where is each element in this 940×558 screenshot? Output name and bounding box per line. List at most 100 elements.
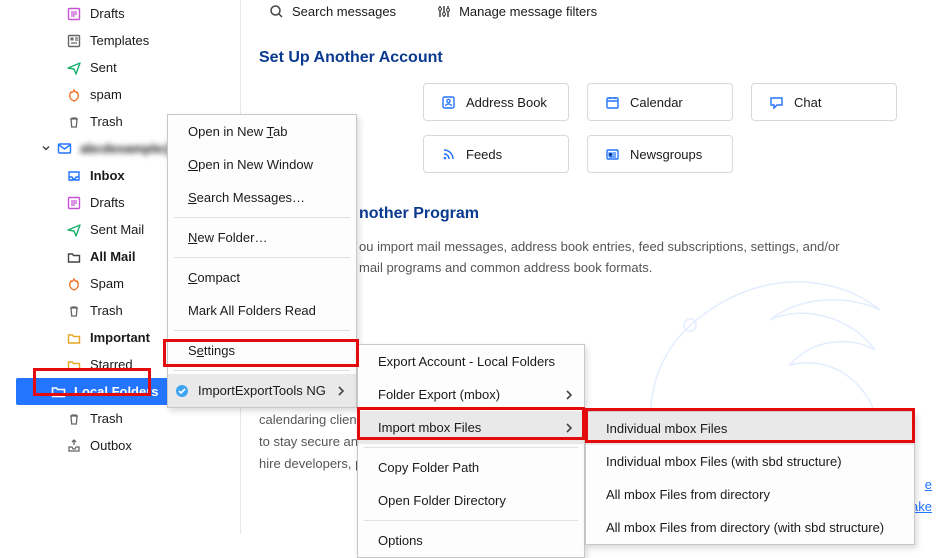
drafts-icon: [66, 195, 82, 211]
ctx-folder-export[interactable]: Folder Export (mbox): [358, 378, 584, 411]
inbox-icon: [66, 168, 82, 184]
label: Mark All Folders Read: [188, 303, 316, 318]
calendar-button[interactable]: Calendar: [587, 83, 733, 121]
label: Newsgroups: [630, 147, 702, 162]
folder-label: Outbox: [90, 438, 132, 453]
ctx-export-account[interactable]: Export Account - Local Folders: [358, 345, 584, 378]
separator: [364, 520, 578, 521]
folder-icon: [50, 384, 66, 400]
context-menu-ietng: Export Account - Local Folders Folder Ex…: [357, 344, 585, 558]
folder-outbox[interactable]: Outbox: [16, 432, 226, 459]
label: All mbox Files from directory: [606, 487, 770, 502]
ctx-open-folder-dir[interactable]: Open Folder Directory: [358, 484, 584, 517]
ctx-copy-folder-path[interactable]: Copy Folder Path: [358, 451, 584, 484]
setup-row-1: Address Book Calendar Chat: [259, 83, 940, 121]
context-menu-folder: Open in New Tab Open in New Window Searc…: [167, 114, 357, 408]
address-book-button[interactable]: Address Book: [423, 83, 569, 121]
ctx-individual-mbox-sbd[interactable]: Individual mbox Files (with sbd structur…: [586, 445, 914, 478]
filters-icon: [436, 4, 451, 19]
ctx-all-mbox-dir-sbd[interactable]: All mbox Files from directory (with sbd …: [586, 511, 914, 544]
folder-label: Inbox: [90, 168, 125, 183]
folder-label: Trash: [90, 303, 123, 318]
ctx-import-export-tools[interactable]: ImportExportTools NG: [168, 374, 356, 407]
spam-icon: [66, 276, 82, 292]
newsgroups-icon: [604, 146, 620, 162]
folder-label: Trash: [90, 411, 123, 426]
newsgroups-button[interactable]: Newsgroups: [587, 135, 733, 173]
chat-icon: [768, 94, 784, 110]
separator: [174, 217, 350, 218]
feeds-button[interactable]: Feeds: [423, 135, 569, 173]
ctx-search-messages[interactable]: Search Messages…: [168, 181, 356, 214]
chevron-right-icon: [336, 386, 346, 396]
ctx-import-mbox[interactable]: Import mbox Files: [358, 411, 584, 444]
chevron-right-icon: [564, 423, 574, 433]
folder-label: Templates: [90, 33, 149, 48]
setup-row-2: Feeds Newsgroups: [259, 135, 940, 173]
ctx-new-folder[interactable]: New Folder…: [168, 221, 356, 254]
folder-label: Sent Mail: [90, 222, 144, 237]
folder-icon: [66, 330, 82, 346]
templates-icon: [66, 33, 82, 49]
label: Calendar: [630, 95, 683, 110]
trash-icon: [66, 303, 82, 319]
label: Chat: [794, 95, 821, 110]
folder-label: Spam: [90, 276, 124, 291]
feeds-icon: [440, 146, 456, 162]
label: Open Folder Directory: [378, 493, 506, 508]
ctx-compact[interactable]: Compact: [168, 261, 356, 294]
folder-label: Drafts: [90, 6, 125, 21]
setup-title: Set Up Another Account: [259, 49, 940, 67]
folder-sent[interactable]: Sent: [16, 54, 226, 81]
folder-drafts[interactable]: Drafts: [16, 0, 226, 27]
folder-trash[interactable]: Trash: [16, 405, 226, 432]
separator: [174, 330, 350, 331]
mail-icon: [56, 141, 72, 157]
ietng-icon: [174, 383, 192, 399]
label: Address Book: [466, 95, 547, 110]
ctx-individual-mbox[interactable]: Individual mbox Files: [586, 412, 914, 445]
separator: [174, 257, 350, 258]
label: Feeds: [466, 147, 502, 162]
ctx-all-mbox-dir[interactable]: All mbox Files from directory: [586, 478, 914, 511]
topbar: Search messages Manage message filters: [259, 0, 940, 47]
folder-label: Starred: [90, 357, 133, 372]
folder-templates[interactable]: Templates: [16, 27, 226, 54]
label: Copy Folder Path: [378, 460, 479, 475]
folder-label: Drafts: [90, 195, 125, 210]
chevron-down-icon: [40, 142, 54, 156]
drafts-icon: [66, 6, 82, 22]
ctx-open-new-tab[interactable]: Open in New Tab: [168, 115, 356, 148]
label: Import mbox Files: [378, 420, 481, 435]
sent-icon: [66, 222, 82, 238]
label: Individual mbox Files: [606, 421, 727, 436]
trash-icon: [66, 411, 82, 427]
ctx-open-new-window[interactable]: Open in New Window: [168, 148, 356, 181]
folder-icon: [66, 357, 82, 373]
ctx-settings[interactable]: Settings: [168, 334, 356, 367]
label: Folder Export (mbox): [378, 387, 500, 402]
folder-label: Important: [90, 330, 150, 345]
folder-spam[interactable]: spam: [16, 81, 226, 108]
ctx-mark-all-read[interactable]: Mark All Folders Read: [168, 294, 356, 327]
manage-filters[interactable]: Manage message filters: [436, 4, 597, 19]
folder-icon: [66, 249, 82, 265]
label: Options: [378, 533, 423, 548]
search-messages[interactable]: Search messages: [269, 4, 396, 19]
folder-label: Local Folders: [74, 384, 159, 399]
label: Export Account - Local Folders: [378, 354, 555, 369]
search-icon: [269, 4, 284, 19]
chat-button[interactable]: Chat: [751, 83, 897, 121]
trash-icon: [66, 114, 82, 130]
label: All mbox Files from directory (with sbd …: [606, 520, 884, 535]
ctx-options[interactable]: Options: [358, 524, 584, 557]
separator: [174, 370, 350, 371]
calendar-icon: [604, 94, 620, 110]
chevron-right-icon: [564, 390, 574, 400]
sent-icon: [66, 60, 82, 76]
context-menu-import-mbox: Individual mbox Files Individual mbox Fi…: [585, 411, 915, 545]
label: ImportExportTools NG: [198, 383, 326, 398]
addressbook-icon: [440, 94, 456, 110]
label: Manage message filters: [459, 4, 597, 19]
outbox-icon: [66, 438, 82, 454]
